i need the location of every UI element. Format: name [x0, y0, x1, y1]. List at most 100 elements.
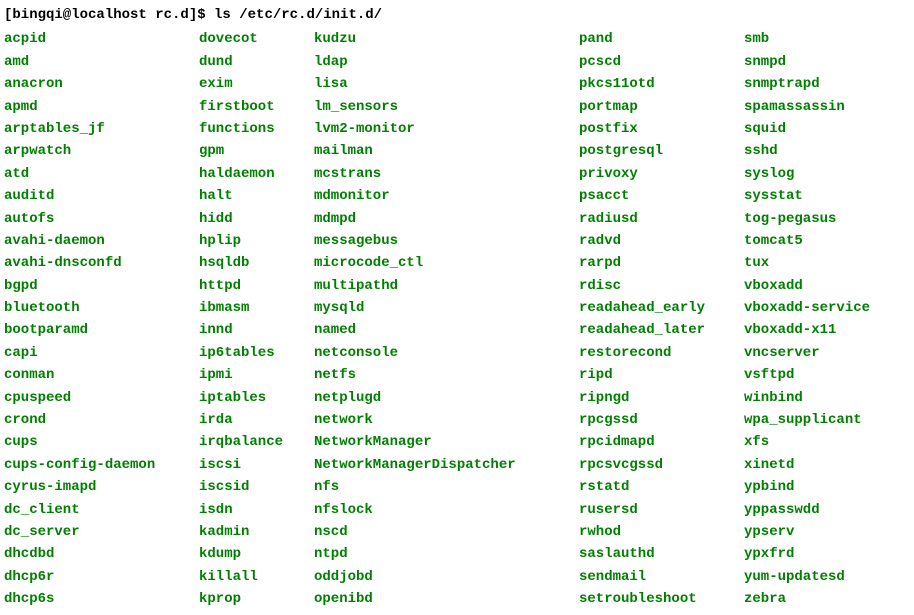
file-entry: dc_client	[4, 499, 199, 521]
file-entry: multipathd	[314, 275, 579, 297]
file-entry: dhcdbd	[4, 543, 199, 565]
file-entry: dhcp6s	[4, 588, 199, 610]
file-entry: ip6tables	[199, 342, 314, 364]
file-entry: ypbind	[744, 476, 870, 498]
file-entry: vncserver	[744, 342, 870, 364]
file-entry: mdmonitor	[314, 185, 579, 207]
file-entry: autofs	[4, 208, 199, 230]
file-entry: rusersd	[579, 499, 744, 521]
file-entry: ripd	[579, 364, 744, 386]
file-entry: nfs	[314, 476, 579, 498]
file-entry: pkcs11otd	[579, 73, 744, 95]
file-entry: arptables_jf	[4, 118, 199, 140]
file-entry: mdmpd	[314, 208, 579, 230]
file-entry: netfs	[314, 364, 579, 386]
file-entry: vsftpd	[744, 364, 870, 386]
file-entry: oddjobd	[314, 566, 579, 588]
file-entry: vboxadd-x11	[744, 319, 870, 341]
file-entry: ypserv	[744, 521, 870, 543]
file-entry: ipmi	[199, 364, 314, 386]
file-entry: firstboot	[199, 96, 314, 118]
file-entry: nfslock	[314, 499, 579, 521]
file-entry: syslog	[744, 163, 870, 185]
file-entry: portmap	[579, 96, 744, 118]
file-entry: network	[314, 409, 579, 431]
file-entry: sshd	[744, 140, 870, 162]
file-entry: amd	[4, 51, 199, 73]
file-entry: innd	[199, 319, 314, 341]
file-entry: ldap	[314, 51, 579, 73]
file-entry: NetworkManager	[314, 431, 579, 453]
file-entry: openibd	[314, 588, 579, 610]
file-entry: atd	[4, 163, 199, 185]
shell-prompt: [bingqi@localhost rc.d]$ ls /etc/rc.d/in…	[4, 4, 910, 26]
file-entry: apmd	[4, 96, 199, 118]
file-entry: xfs	[744, 431, 870, 453]
file-entry: xinetd	[744, 454, 870, 476]
file-entry: winbind	[744, 387, 870, 409]
file-entry: ypxfrd	[744, 543, 870, 565]
file-entry: NetworkManagerDispatcher	[314, 454, 579, 476]
file-entry: yppasswdd	[744, 499, 870, 521]
file-entry: netplugd	[314, 387, 579, 409]
file-entry: killall	[199, 566, 314, 588]
file-entry: crond	[4, 409, 199, 431]
file-entry: cups	[4, 431, 199, 453]
file-entry: halt	[199, 185, 314, 207]
file-entry: netconsole	[314, 342, 579, 364]
file-entry: dhcp6r	[4, 566, 199, 588]
column-2: dovecot dund exim firstboot functions gp…	[199, 28, 314, 610]
file-entry: lisa	[314, 73, 579, 95]
file-entry: dovecot	[199, 28, 314, 50]
file-entry: hplip	[199, 230, 314, 252]
file-entry: acpid	[4, 28, 199, 50]
file-entry: readahead_later	[579, 319, 744, 341]
file-entry: dund	[199, 51, 314, 73]
file-entry: mcstrans	[314, 163, 579, 185]
file-entry: irqbalance	[199, 431, 314, 453]
file-entry: iptables	[199, 387, 314, 409]
column-4: pand pcscd pkcs11otd portmap postfix pos…	[579, 28, 744, 610]
file-entry: sendmail	[579, 566, 744, 588]
file-entry: yum-updatesd	[744, 566, 870, 588]
file-entry: saslauthd	[579, 543, 744, 565]
file-entry: messagebus	[314, 230, 579, 252]
file-entry: bootparamd	[4, 319, 199, 341]
file-entry: functions	[199, 118, 314, 140]
file-entry: named	[314, 319, 579, 341]
file-entry: avahi-dnsconfd	[4, 252, 199, 274]
file-entry: pand	[579, 28, 744, 50]
column-3: kudzu ldap lisa lm_sensors lvm2-monitor …	[314, 28, 579, 610]
file-entry: hsqldb	[199, 252, 314, 274]
file-entry: pcscd	[579, 51, 744, 73]
file-entry: zebra	[744, 588, 870, 610]
file-entry: cpuspeed	[4, 387, 199, 409]
file-entry: dc_server	[4, 521, 199, 543]
file-entry: rpcgssd	[579, 409, 744, 431]
file-entry: readahead_early	[579, 297, 744, 319]
file-entry: spamassassin	[744, 96, 870, 118]
file-entry: httpd	[199, 275, 314, 297]
file-entry: radiusd	[579, 208, 744, 230]
file-entry: exim	[199, 73, 314, 95]
file-entry: bgpd	[4, 275, 199, 297]
file-entry: radvd	[579, 230, 744, 252]
file-entry: capi	[4, 342, 199, 364]
file-entry: iscsid	[199, 476, 314, 498]
file-entry: ibmasm	[199, 297, 314, 319]
file-entry: conman	[4, 364, 199, 386]
file-entry: mysqld	[314, 297, 579, 319]
file-entry: cyrus-imapd	[4, 476, 199, 498]
file-entry: isdn	[199, 499, 314, 521]
file-entry: kudzu	[314, 28, 579, 50]
file-entry: vboxadd	[744, 275, 870, 297]
file-entry: rwhod	[579, 521, 744, 543]
file-entry: rdisc	[579, 275, 744, 297]
file-entry: tux	[744, 252, 870, 274]
file-entry: cups-config-daemon	[4, 454, 199, 476]
file-entry: iscsi	[199, 454, 314, 476]
file-entry: haldaemon	[199, 163, 314, 185]
file-entry: ntpd	[314, 543, 579, 565]
file-entry: postgresql	[579, 140, 744, 162]
file-entry: rpcsvcgssd	[579, 454, 744, 476]
